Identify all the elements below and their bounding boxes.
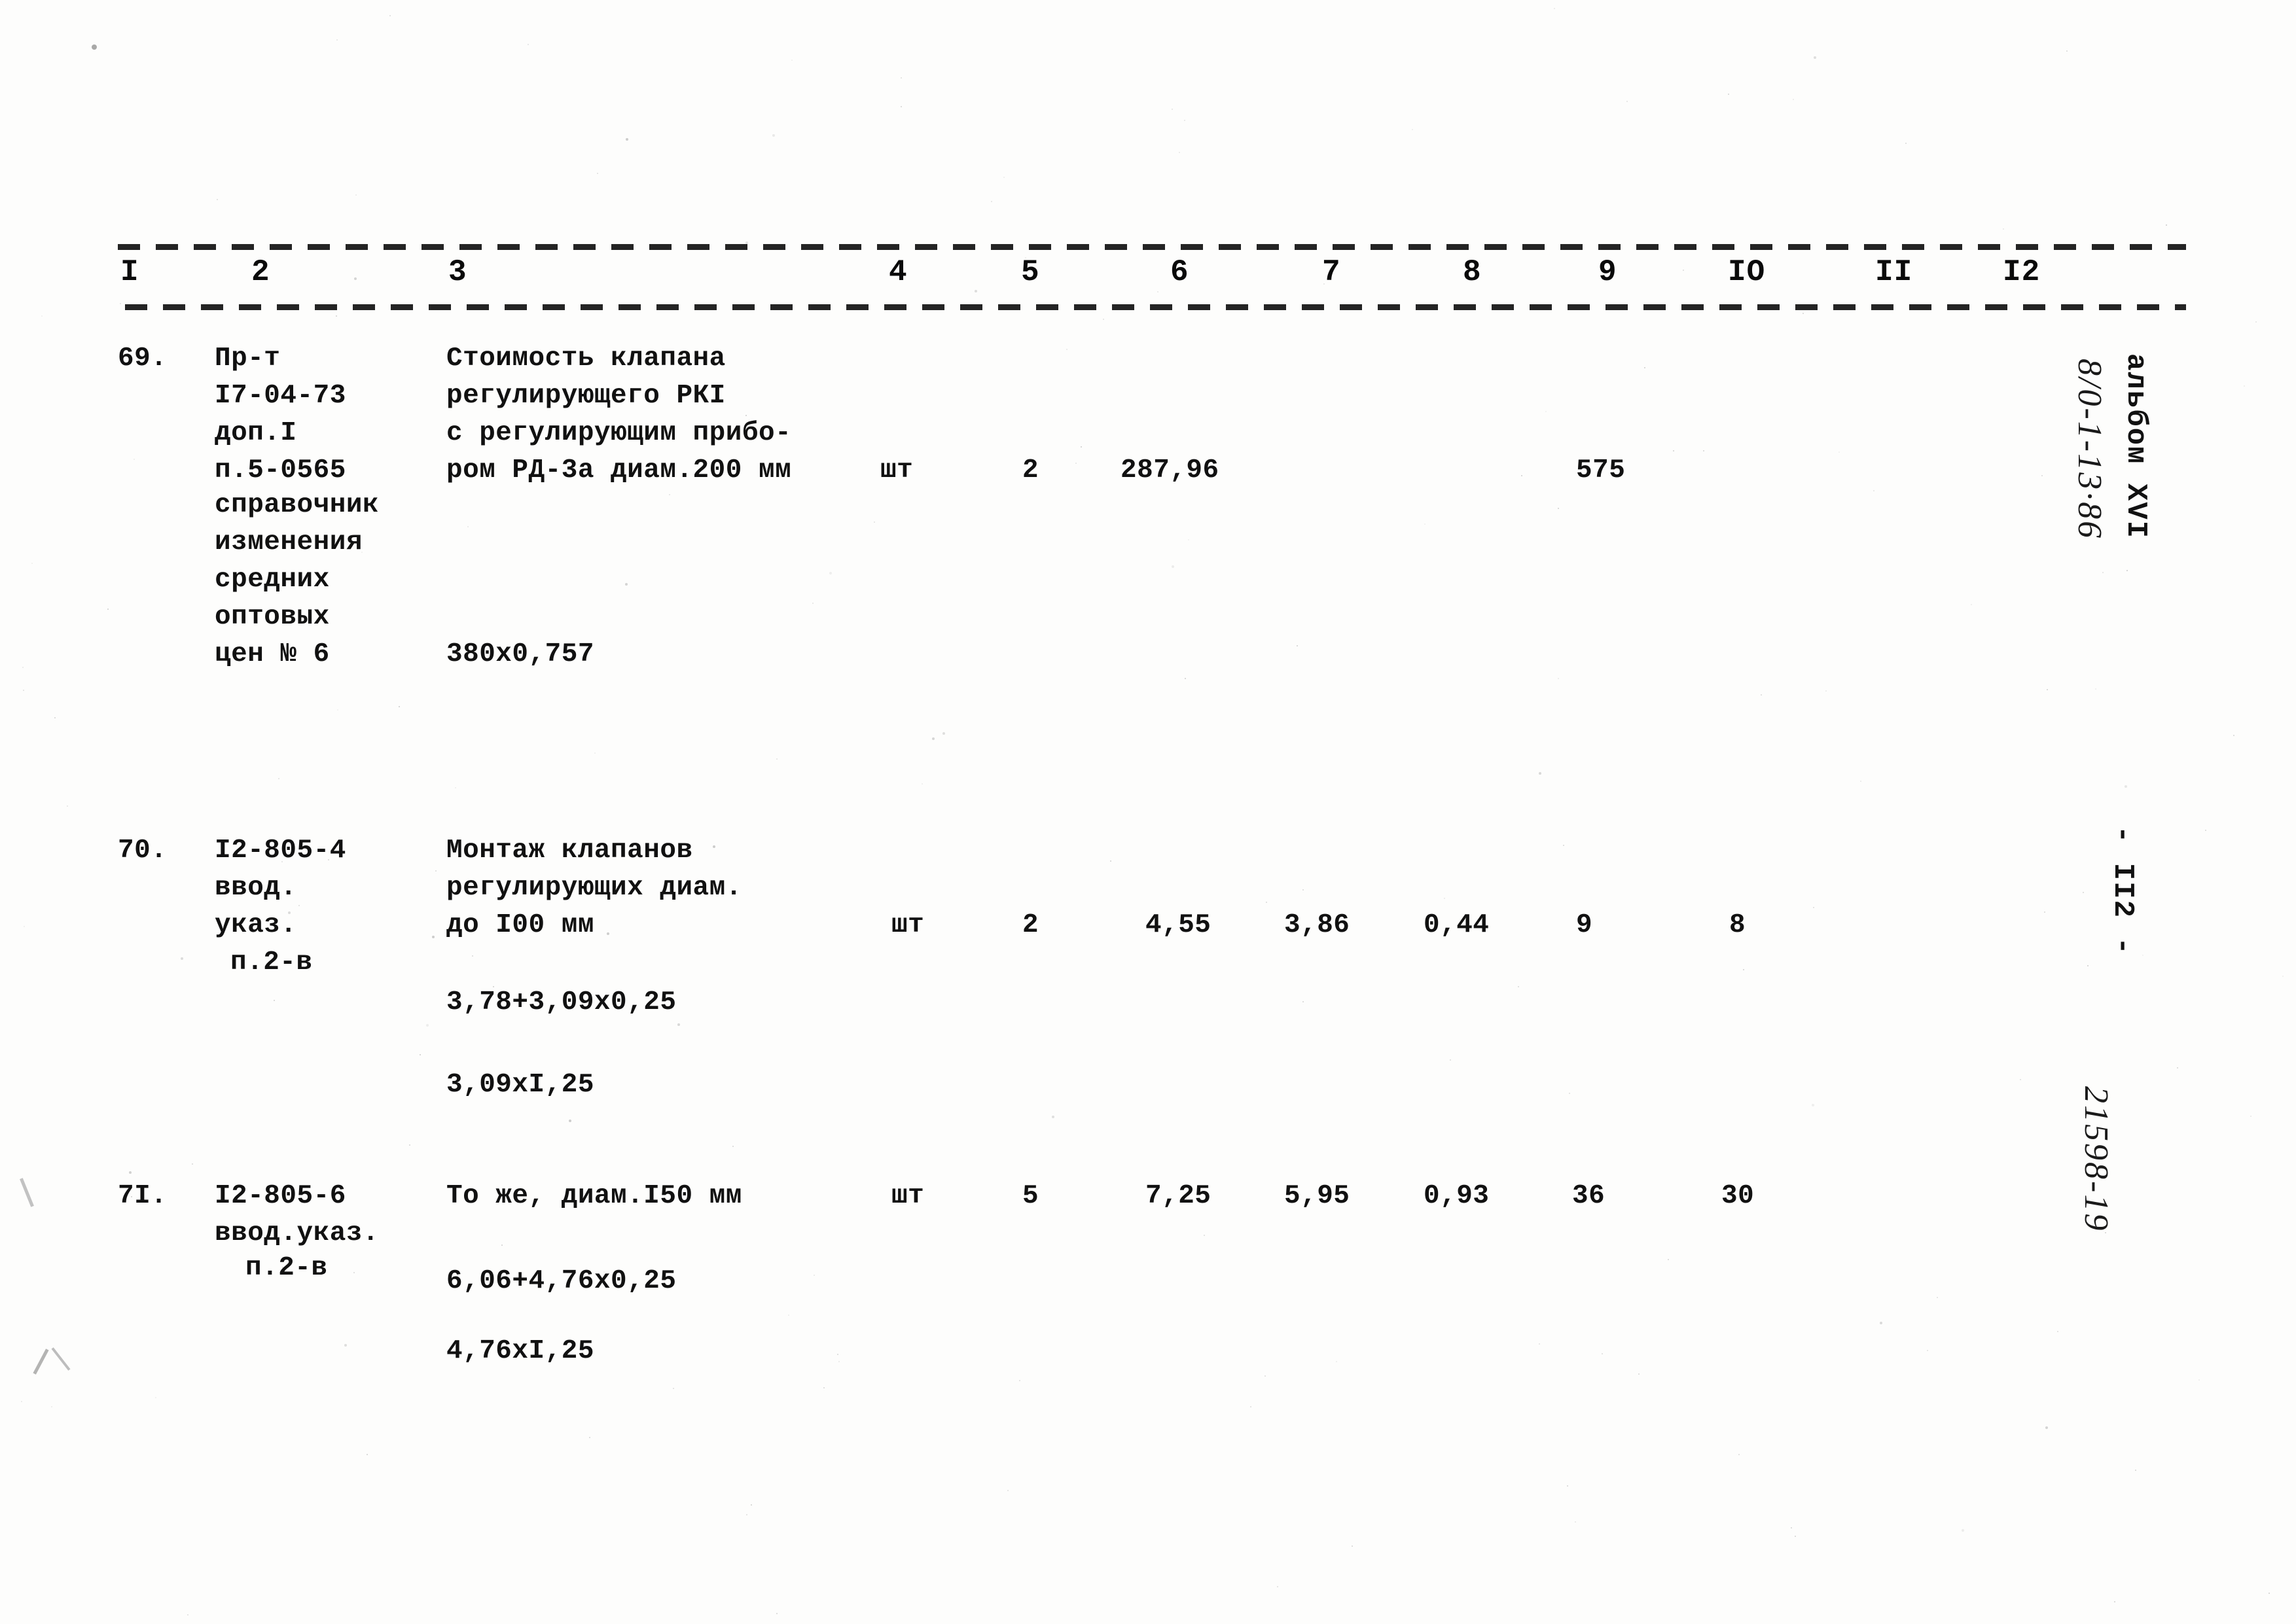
row-col5-value: 2 <box>1022 910 1039 940</box>
row-col8-value: 0,93 <box>1424 1181 1490 1211</box>
column-header-1: I <box>120 255 139 289</box>
row-calc-line: 6,06+4,76x0,25 <box>446 1266 677 1296</box>
row-col6-value: 7,25 <box>1145 1181 1211 1211</box>
column-header-12: I2 <box>2003 255 2041 289</box>
row-col7-value: 3,86 <box>1284 910 1350 940</box>
row-code-line: I2-805-4 <box>215 836 346 866</box>
row-code-line: указ. <box>215 910 297 940</box>
column-header-8: 8 <box>1463 255 1482 289</box>
estimate-table: I 2 3 4 5 6 7 8 9 IO II I2 69. Пр-т I7-0… <box>118 242 2186 1366</box>
row-number: 7I. <box>118 1181 168 1211</box>
row-number: 70. <box>118 836 168 866</box>
column-header-3: 3 <box>448 255 467 289</box>
row-col6-value: 4,55 <box>1145 910 1211 940</box>
table-column-header-row: I 2 3 4 5 6 7 8 9 IO II I2 <box>118 251 2186 302</box>
row-col7-value: 5,95 <box>1284 1181 1350 1211</box>
row-unit: шт <box>880 455 914 485</box>
row-code-line: изменения <box>215 527 363 557</box>
row-code-line: доп.I <box>215 418 297 448</box>
row-description-line: ром РД-3а диам.200 мм <box>446 455 792 485</box>
row-description-line: регулирующего РКI <box>446 381 726 411</box>
column-header-2: 2 <box>251 255 270 289</box>
row-code-line: Пр-т <box>215 344 281 374</box>
row-code-line: п.2-в <box>245 1253 328 1283</box>
row-col5-value: 2 <box>1022 455 1039 485</box>
row-calc-line: 4,76xI,25 <box>446 1336 594 1366</box>
row-description-line: с регулирующим прибо- <box>446 418 792 448</box>
handwritten-code-top: 8/0-1-13·86 <box>2071 359 2108 540</box>
row-description-line: Монтаж клапанов <box>446 836 693 866</box>
row-unit: шт <box>891 910 925 940</box>
row-col8-value: 0,44 <box>1424 910 1490 940</box>
row-code-line: I7-04-73 <box>215 381 346 411</box>
table-top-rule <box>118 242 2186 251</box>
row-code-line: ввод. <box>215 873 297 903</box>
row-description-line: до I00 мм <box>446 910 594 940</box>
column-header-9: 9 <box>1598 255 1617 289</box>
column-header-5: 5 <box>1021 255 1040 289</box>
row-calc-line: 3,09xI,25 <box>446 1070 594 1100</box>
scan-artifact <box>92 44 97 50</box>
column-header-7: 7 <box>1322 255 1341 289</box>
row-description-line: То же, диам.I50 мм <box>446 1181 742 1211</box>
row-description-line: регулирующих диам. <box>446 873 742 903</box>
row-number: 69. <box>118 344 168 374</box>
row-code-line: цен № 6 <box>215 639 330 669</box>
column-header-4: 4 <box>889 255 908 289</box>
row-unit: шт <box>891 1181 925 1211</box>
scan-artifact <box>20 1178 34 1207</box>
row-code-line: средних <box>215 565 330 595</box>
row-code-line: п.2-в <box>230 947 313 978</box>
row-code-line: ввод.указ. <box>215 1218 380 1248</box>
table-header-rule <box>118 302 2186 311</box>
row-col5-value: 5 <box>1022 1181 1039 1211</box>
column-header-10: IO <box>1728 255 1766 289</box>
row-col9-value: 575 <box>1576 455 1626 485</box>
row-col9-value: 36 <box>1572 1181 1605 1211</box>
scan-artifact <box>51 1347 71 1371</box>
row-col6-value: 287,96 <box>1121 455 1219 485</box>
row-col10-value: 8 <box>1729 910 1746 940</box>
page-number: - II2 - <box>2106 826 2139 956</box>
album-label: альбом XVI <box>2119 353 2152 540</box>
row-calc-line: 380x0,757 <box>446 639 594 669</box>
row-code-line: п.5-0565 <box>215 455 346 485</box>
row-code-line: оптовых <box>215 602 330 632</box>
row-col9-value: 9 <box>1576 910 1593 940</box>
row-code-line: I2-805-6 <box>215 1181 346 1211</box>
scanned-page: I 2 3 4 5 6 7 8 9 IO II I2 69. Пр-т I7-0… <box>0 0 2296 1624</box>
row-description-line: Стоимость клапана <box>446 344 726 374</box>
column-header-11: II <box>1875 255 1913 289</box>
handwritten-code-bottom: 21598-19 <box>2077 1086 2115 1233</box>
row-col10-value: 30 <box>1721 1181 1755 1211</box>
row-calc-line: 3,78+3,09x0,25 <box>446 987 677 1017</box>
scan-artifact <box>33 1349 49 1375</box>
column-header-6: 6 <box>1170 255 1189 289</box>
row-code-line: справочник <box>215 490 380 520</box>
